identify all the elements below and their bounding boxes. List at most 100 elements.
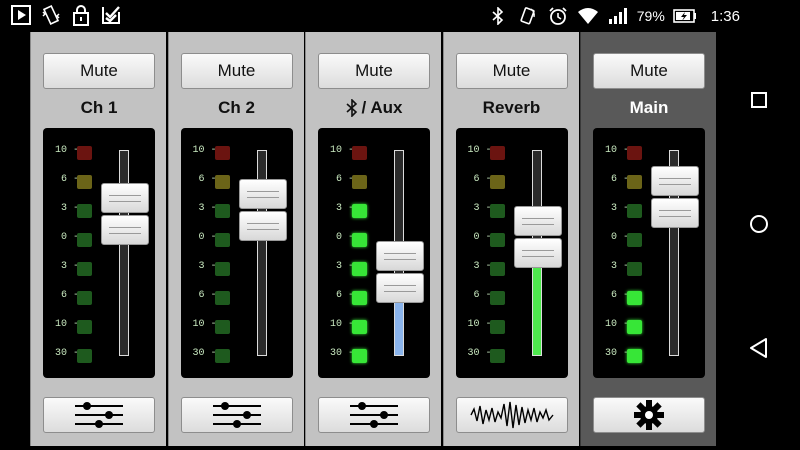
channel-label: Reverb <box>444 96 580 120</box>
meter-led <box>352 175 367 189</box>
fader-track[interactable] <box>119 150 129 356</box>
eq-sliders-button[interactable] <box>43 397 155 433</box>
meter-scale-label: 3 - <box>473 261 492 272</box>
back-icon <box>750 338 767 358</box>
meter-scale-label: 6 - <box>60 174 79 185</box>
meter-led <box>77 233 92 247</box>
meter-scale-label: 0 - <box>610 232 629 243</box>
mute-button[interactable]: Mute <box>318 53 430 89</box>
fader-knob-grip[interactable] <box>513 205 562 236</box>
channel-label-text: Main <box>629 98 669 117</box>
meter-led <box>77 349 92 363</box>
meter-led <box>627 349 642 363</box>
mute-button[interactable]: Mute <box>43 53 155 89</box>
fader-knob-grip[interactable] <box>376 240 424 271</box>
meter-led <box>627 146 642 160</box>
meter-scale-label: 30 - <box>192 348 217 359</box>
fader-knob-grip[interactable] <box>238 178 287 209</box>
meter-scale-label: 3 - <box>473 203 492 214</box>
meter-led <box>489 291 505 305</box>
meter-scale-label: 3 - <box>335 203 354 214</box>
fader-knob-grip[interactable] <box>101 214 149 245</box>
meter-led <box>77 175 92 189</box>
meter-scale-label: 6 - <box>335 174 354 185</box>
meter-scale-label: 10 - <box>329 319 354 330</box>
gear-icon <box>633 399 665 431</box>
meter-scale-label: 6 - <box>610 174 629 185</box>
meter-fader-panel: 10 - 6 - 3 - 0 - 3 - 6 - 10 - 30 - <box>43 128 155 378</box>
vibrate-icon <box>40 4 62 26</box>
meter-led <box>214 291 230 305</box>
fader-knob[interactable] <box>101 182 149 245</box>
fader-knob-grip[interactable] <box>376 272 424 303</box>
meter-scale-label: 30 - <box>54 348 79 359</box>
meter-scale-label: 6 - <box>335 290 354 301</box>
fader-knob-grip[interactable] <box>101 182 149 213</box>
meter-scale-label: 3 - <box>335 261 354 272</box>
fader-knob-grip[interactable] <box>651 166 699 197</box>
meter-scale-label: 30 - <box>329 348 354 359</box>
eq-sliders-icon <box>346 400 402 430</box>
meter-led <box>489 204 505 218</box>
eq-sliders-icon <box>71 400 127 430</box>
fader-knob[interactable] <box>513 205 562 268</box>
meter-scale-label: 6 - <box>473 290 492 301</box>
meter-led <box>352 291 367 305</box>
eq-sliders-button[interactable] <box>318 397 430 433</box>
meter-scale-label: 6 - <box>473 174 492 185</box>
bluetooth-icon <box>345 99 357 117</box>
meter-fader-panel: 10 - 6 - 3 - 0 - 3 - 6 - 10 - 30 - <box>455 128 568 378</box>
waveform-button[interactable] <box>455 397 568 433</box>
meter-led <box>489 146 505 160</box>
fader-knob-grip[interactable] <box>513 237 562 268</box>
fader-knob[interactable] <box>651 166 699 229</box>
wifi-icon <box>577 5 599 27</box>
fader-knob[interactable] <box>376 240 424 303</box>
signal-icon <box>607 5 629 27</box>
meter-led <box>489 349 505 363</box>
meter-scale-label: 3 - <box>610 203 629 214</box>
meter-scale-label: 30 - <box>604 348 629 359</box>
eq-sliders-button[interactable] <box>180 397 293 433</box>
meter-scale-label: 10 - <box>467 145 492 156</box>
meter-led <box>214 204 230 218</box>
status-bar: 79% 1:36 <box>0 0 800 32</box>
meter-led <box>214 262 230 276</box>
meter-scale-label: 0 - <box>335 232 354 243</box>
fader-level-fill <box>395 301 403 355</box>
mute-button[interactable]: Mute <box>593 53 705 89</box>
status-right-icons: 79% 1:36 <box>487 0 740 32</box>
fader-knob-grip[interactable] <box>238 210 287 241</box>
fader-knob-grip[interactable] <box>651 198 699 229</box>
meter-led <box>352 146 367 160</box>
channel-strip: Mute Ch 2 10 - 6 - 3 - 0 - 3 - 6 - 10 - 30 - <box>167 32 305 446</box>
fader-knob[interactable] <box>238 178 287 241</box>
meter-scale-label: 6 - <box>60 290 79 301</box>
meter-scale-label: 6 - <box>198 290 217 301</box>
meter-led <box>627 204 642 218</box>
meter-led <box>489 233 505 247</box>
meter-led <box>352 233 367 247</box>
eq-sliders-icon <box>209 400 265 430</box>
home-button[interactable] <box>741 206 777 242</box>
meter-led <box>77 291 92 305</box>
battery-icon <box>672 5 697 27</box>
meter-led <box>214 146 230 160</box>
recents-button[interactable] <box>741 82 777 118</box>
mixer: Mute Ch 1 10 - 6 - 3 - 0 - 3 - 6 - 10 - 30 - Mute C… <box>30 32 718 450</box>
channel-label: Ch 2 <box>169 96 305 120</box>
waveform-icon <box>469 400 555 430</box>
meter-scale-label: 10 - <box>604 319 629 330</box>
mute-button[interactable]: Mute <box>455 53 568 89</box>
status-left-icons <box>10 4 122 26</box>
back-button[interactable] <box>741 330 777 366</box>
channel-label: Ch 1 <box>31 96 167 120</box>
channel-label-text: / Aux <box>361 98 403 117</box>
gear-button[interactable] <box>593 397 705 433</box>
mute-button[interactable]: Mute <box>180 53 293 89</box>
meter-scale-label: 3 - <box>610 261 629 272</box>
meter-led <box>77 320 92 334</box>
meter-led <box>77 204 92 218</box>
channel-label-text: Ch 1 <box>80 98 118 117</box>
meter-led <box>352 204 367 218</box>
